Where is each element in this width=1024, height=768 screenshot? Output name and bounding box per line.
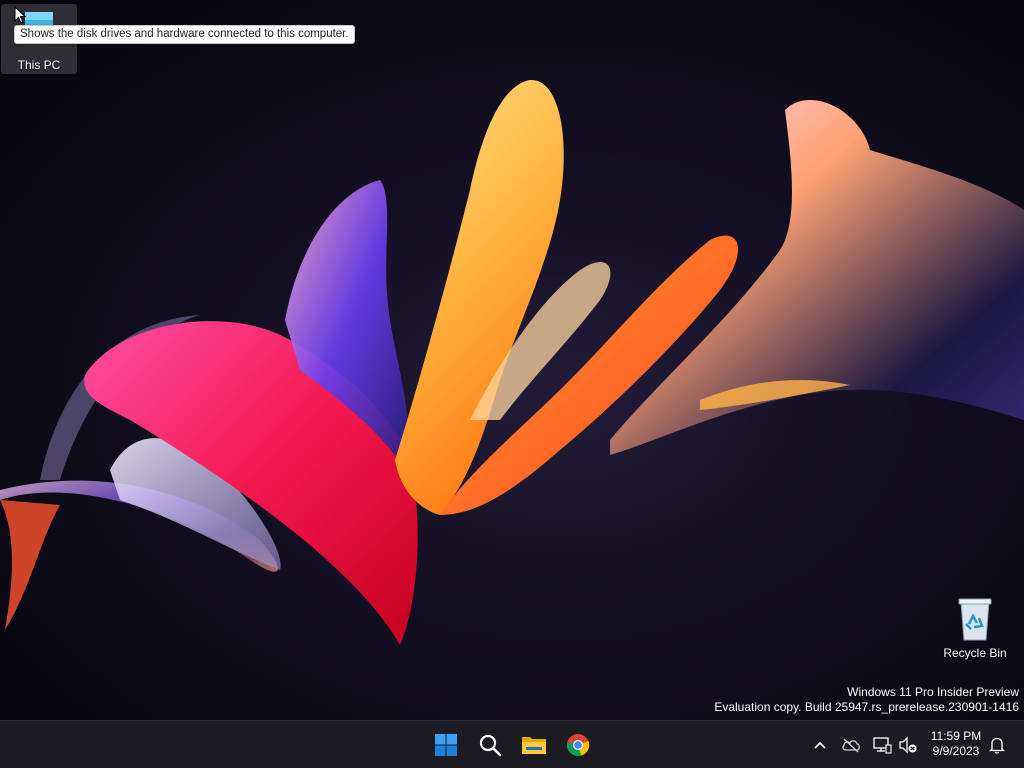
- network-icon: [873, 737, 892, 754]
- this-pc-tooltip: Shows the disk drives and hardware conne…: [14, 25, 355, 44]
- clock-time: 11:59 PM: [930, 729, 982, 743]
- volume-tray-button[interactable]: [896, 733, 920, 757]
- bell-icon: [989, 737, 1005, 754]
- clock-date: 9/9/2023: [932, 744, 980, 758]
- chrome-button[interactable]: [561, 728, 595, 762]
- search-button[interactable]: [473, 728, 507, 762]
- taskbar: 11:59 PM 9/9/2023: [0, 720, 1024, 768]
- watermark-line-1: Windows 11 Pro Insider Preview: [847, 685, 1019, 699]
- onedrive-tray-button[interactable]: [839, 733, 863, 757]
- chevron-up-icon: [814, 741, 826, 749]
- evaluation-watermark: Windows 11 Pro Insider Preview Evaluatio…: [714, 685, 1019, 715]
- folder-icon: [522, 737, 546, 754]
- search-icon: [479, 734, 502, 757]
- recycle-bin-desktop-icon[interactable]: Recycle Bin: [937, 596, 1013, 660]
- windows-start-icon: [435, 734, 457, 756]
- taskbar-clock[interactable]: 11:59 PM 9/9/2023: [922, 729, 990, 759]
- show-hidden-icons-button[interactable]: [808, 733, 832, 757]
- recycle-bin-icon: [958, 598, 992, 641]
- cloud-offline-icon: [842, 738, 860, 753]
- desktop[interactable]: This PC Shows the disk drives and hardwa…: [0, 0, 1024, 720]
- recycle-bin-label: Recycle Bin: [943, 646, 1007, 660]
- chrome-icon: [567, 734, 590, 756]
- network-tray-button[interactable]: [870, 733, 894, 757]
- file-explorer-button[interactable]: [517, 728, 551, 762]
- notifications-button[interactable]: [985, 733, 1009, 757]
- mouse-cursor-icon: [14, 6, 26, 24]
- this-pc-label: This PC: [17, 58, 61, 72]
- watermark-line-2: Evaluation copy. Build 25947.rs_prerelea…: [714, 700, 1019, 714]
- start-button[interactable]: [429, 728, 463, 762]
- speaker-muted-icon: [899, 736, 917, 754]
- wallpaper: [0, 79, 1024, 645]
